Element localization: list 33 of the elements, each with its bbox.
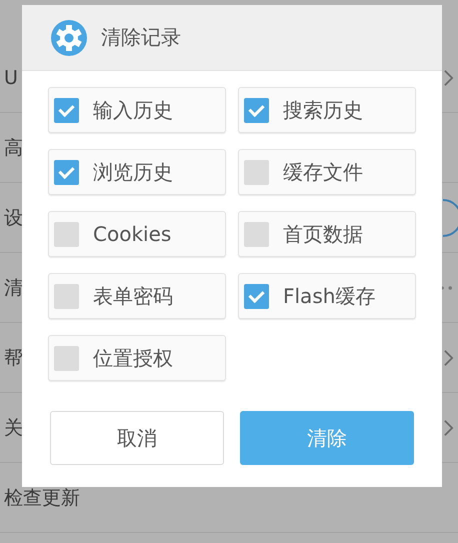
option-checkbox[interactable]: 搜索历史 [238,87,416,133]
setting-label: 高 [4,136,23,160]
option-checkbox[interactable]: 输入历史 [48,87,226,133]
checkbox[interactable] [54,160,79,184]
chevron-icon [443,348,454,366]
checkbox[interactable] [244,222,269,246]
setting-label: 检查更新 [4,486,80,510]
checkbox[interactable] [244,98,269,122]
cancel-button[interactable]: 取消 [50,411,224,465]
checkbox[interactable] [54,284,79,308]
setting-label: 清 [4,276,23,300]
checkbox[interactable] [244,284,269,308]
option-checkbox[interactable]: Cookies [48,211,226,257]
chevron-icon [443,68,454,86]
dots-icon [441,286,452,290]
dialog-title: 清除记录 [101,24,181,51]
toggle-icon[interactable] [442,198,458,238]
gear-icon [51,20,87,56]
checkbox[interactable] [54,222,79,246]
checkbox[interactable] [54,346,79,370]
option-checkbox[interactable]: 位置授权 [48,335,226,381]
option-checkbox[interactable]: Flash缓存 [238,273,416,319]
option-checkbox[interactable]: 表单密码 [48,273,226,319]
setting-label: 帮 [4,346,23,370]
chevron-icon [443,418,454,436]
setting-label: 关 [4,416,23,440]
setting-label: U [4,66,18,88]
checkbox[interactable] [54,98,79,122]
checkbox[interactable] [244,160,269,184]
option-checkbox[interactable]: 浏览历史 [48,149,226,195]
option-checkbox[interactable]: 首页数据 [238,211,416,257]
setting-label: 设 [4,206,23,230]
option-checkbox[interactable]: 缓存文件 [238,149,416,195]
